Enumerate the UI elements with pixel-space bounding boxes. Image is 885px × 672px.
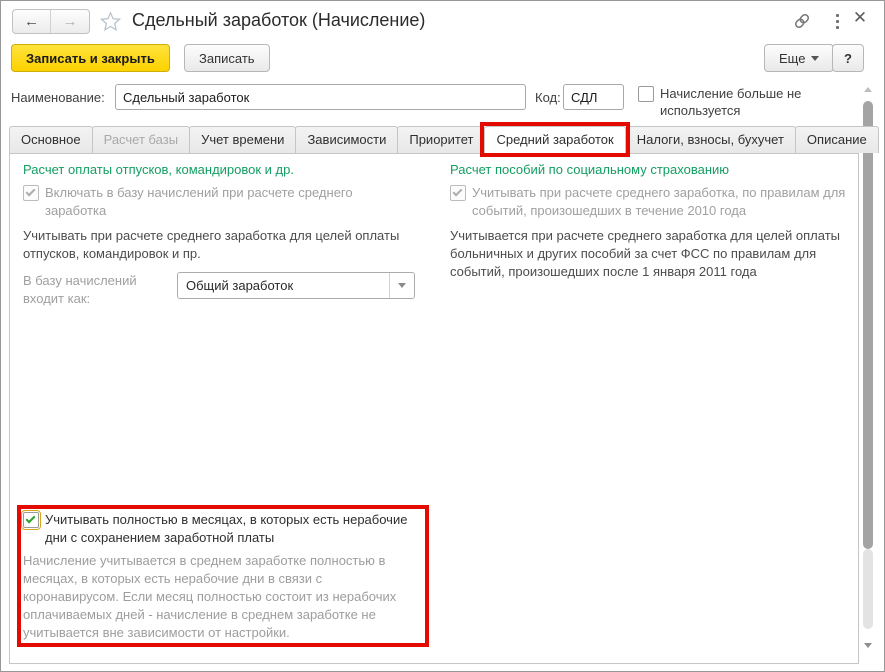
social-group-header: Расчет пособий по социальному страховани… — [450, 162, 730, 177]
not-used-checkbox[interactable] — [638, 86, 654, 102]
tab-uchet-vremeni[interactable]: Учет времени — [189, 126, 297, 153]
tab-zavisimosti[interactable]: Зависимости — [295, 126, 399, 153]
base-entry-row: В базу начислений входит как: Общий зара… — [23, 272, 437, 308]
chevron-down-icon — [811, 55, 820, 61]
more-actions-button[interactable]: Еще — [764, 44, 835, 72]
help-button[interactable]: ? — [832, 44, 864, 72]
include-in-base-checkbox — [23, 185, 39, 201]
forward-button[interactable]: → — [51, 10, 89, 33]
include-in-base-row: Включать в базу начислений при расчете с… — [23, 184, 437, 220]
not-used-label: Начисление больше не используется — [660, 86, 802, 118]
code-input[interactable] — [563, 84, 624, 110]
vacation-hint: Учитывать при расчете среднего заработка… — [23, 228, 400, 261]
covid-section: Учитывать полностью в месяцах, в которых… — [17, 505, 429, 647]
base-entry-value: Общий заработок — [186, 278, 294, 293]
rules-2010-row: Учитывать при расчете среднего заработка… — [450, 184, 862, 220]
rules-2010-label: Учитывать при расчете среднего заработка… — [472, 185, 846, 218]
combobox-dropdown-button[interactable] — [389, 273, 414, 298]
social-hint: Учитывается при расчете среднего заработ… — [450, 228, 840, 279]
close-icon[interactable]: ✕ — [850, 8, 870, 28]
tab-sredniy-zarabotok-label: Средний заработок — [496, 132, 614, 147]
covid-checkbox[interactable] — [21, 510, 41, 530]
covid-checkbox-row: Учитывать полностью в месяцах, в которых… — [21, 510, 423, 547]
base-entry-label: В базу начислений входит как: — [23, 273, 137, 306]
tab-sredniy-zarabotok[interactable]: Средний заработок — [480, 122, 630, 157]
get-link-icon[interactable] — [792, 11, 812, 31]
chevron-down-icon — [398, 283, 406, 288]
covid-hint: Начисление учитывается в среднем заработ… — [23, 553, 397, 640]
checkmark-icon — [25, 186, 36, 197]
covid-checkbox-label: Учитывать полностью в месяцах, в которых… — [45, 512, 408, 545]
back-button[interactable]: ← — [13, 10, 51, 33]
name-label: Наименование: — [11, 90, 105, 105]
checkmark-icon — [25, 513, 36, 524]
scroll-down-arrow-icon[interactable] — [864, 643, 872, 648]
code-label: Код: — [535, 90, 561, 105]
tab-osnovnoe[interactable]: Основное — [9, 126, 93, 153]
favorite-star-icon[interactable] — [100, 11, 121, 32]
tab-page-sredniy-zarabotok: Расчет оплаты отпусков, командировок и д… — [9, 153, 859, 664]
rules-2010-checkbox — [450, 185, 466, 201]
tab-prioritet[interactable]: Приоритет — [397, 126, 486, 153]
vacation-group-header: Расчет оплаты отпусков, командировок и д… — [23, 162, 294, 177]
vacation-group: Расчет оплаты отпусков, командировок и д… — [23, 162, 437, 308]
scrollbar-track[interactable] — [863, 549, 873, 629]
save-button[interactable]: Записать — [184, 44, 270, 72]
more-actions-label: Еще — [779, 50, 806, 66]
social-group: Расчет пособий по социальному страховани… — [450, 162, 862, 281]
tab-raschet-bazy: Расчет базы — [91, 126, 191, 153]
form-window: ← → Сдельный заработок (Начисление) ✕ За… — [0, 0, 885, 672]
more-menu-icon[interactable] — [827, 11, 847, 31]
tab-nalogi-vznosy[interactable]: Налоги, взносы, бухучет — [624, 126, 796, 153]
save-and-close-button[interactable]: Записать и закрыть — [11, 44, 170, 72]
not-used-checkbox-row: Начисление больше не используется — [638, 85, 850, 119]
vertical-scrollbar — [861, 81, 876, 657]
checkmark-icon — [452, 186, 463, 197]
name-input[interactable] — [115, 84, 526, 110]
tab-opisanie[interactable]: Описание — [794, 126, 879, 153]
scrollbar-thumb[interactable] — [863, 101, 873, 549]
scroll-up-arrow-icon[interactable] — [864, 87, 872, 92]
base-entry-combobox[interactable]: Общий заработок — [177, 272, 415, 299]
page-title: Сдельный заработок (Начисление) — [132, 10, 426, 30]
tab-bar: Основное Расчет базы Учет времени Зависи… — [9, 122, 879, 157]
history-nav: ← → — [12, 9, 90, 34]
include-in-base-label: Включать в базу начислений при расчете с… — [45, 185, 353, 218]
